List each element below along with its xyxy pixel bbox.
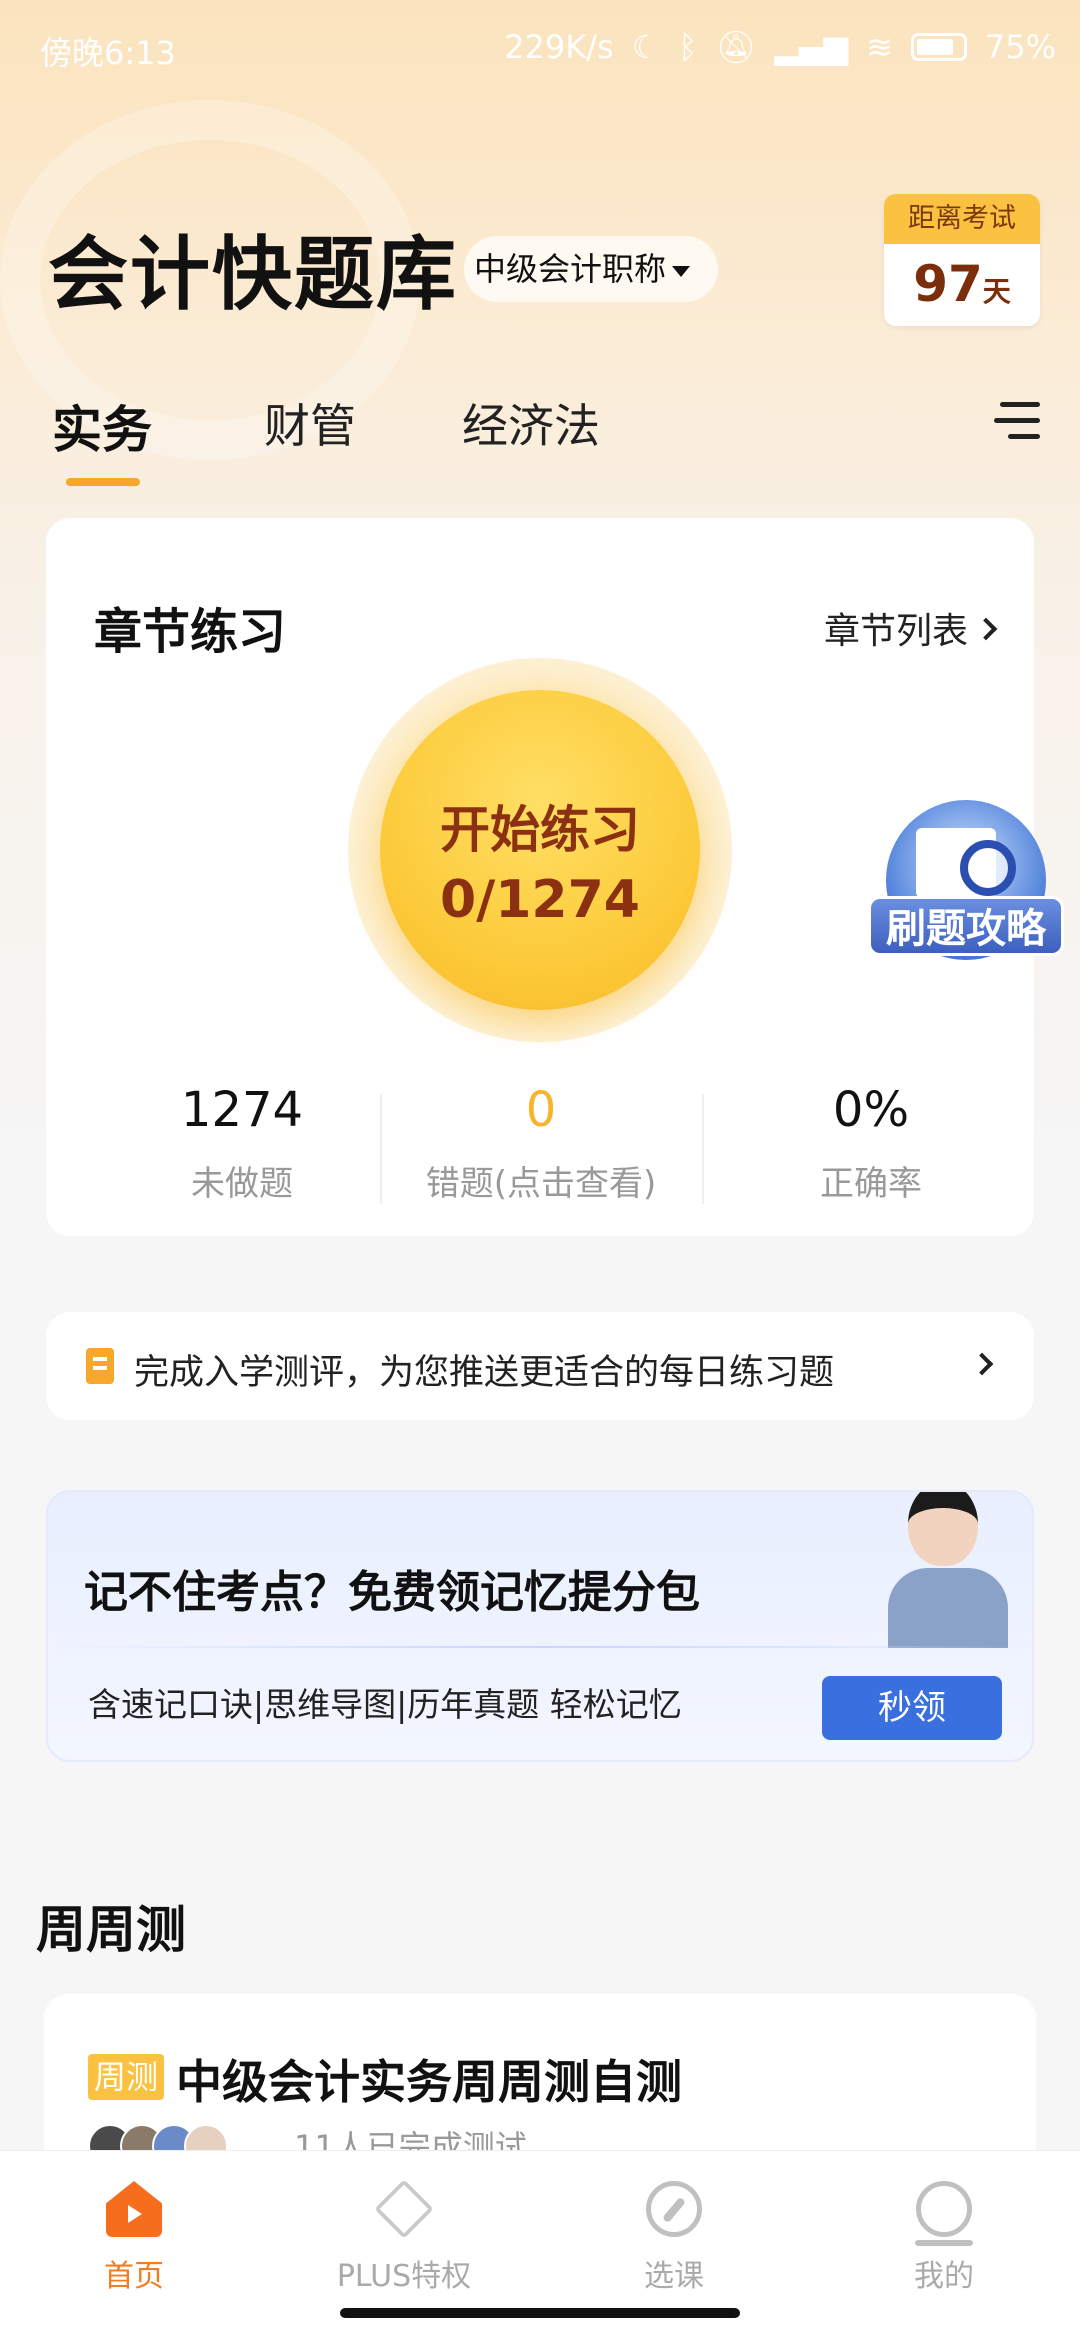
weekly-tag: 周测 [88,2054,165,2100]
signal-icon: ▂▄▆ [774,28,849,66]
menu-icon[interactable] [990,402,1040,442]
memory-heading: 记不住考点？免费领记忆提分包 [84,1567,700,1618]
nav-label: 我的 [914,2259,974,2294]
nav-label: 首页 [104,2259,164,2294]
banner-divider [48,1646,1032,1648]
certificate-selector[interactable]: 中级会计职称 [464,236,719,302]
memory-pack-banner[interactable]: 记不住考点？免费领记忆提分包 含速记口诀|思维导图|历年真题 轻松记忆 秒领 [46,1490,1034,1762]
dropdown-triangle-icon [672,265,691,277]
nav-plus[interactable]: PLUS特权 [304,2179,504,2295]
tab-caiguan[interactable]: 财管 [264,390,356,456]
status-bar: 傍晚6:13 229K/s ☾ ᛒ 🔕︎ ▂▄▆ ≋ 75% [0,0,1080,96]
nav-profile[interactable]: 我的 [844,2181,1044,2295]
exam-countdown[interactable]: 距离考试 97天 [884,194,1040,326]
moon-icon: ☾ [631,28,661,66]
diamond-icon [374,2179,434,2239]
start-practice-label: 开始练习 [440,801,640,859]
wifi-icon: ≋ [866,28,893,66]
nav-label: 选课 [644,2259,704,2294]
countdown-label: 距离考试 [884,194,1040,244]
memory-subtext: 含速记口诀|思维导图|历年真题 轻松记忆 [88,1685,682,1724]
mute-icon: 🔕︎ [715,28,757,66]
weekly-section-title: 周周测 [36,1901,186,1959]
countdown-unit: 天 [982,275,1011,308]
claim-button[interactable]: 秒领 [822,1676,1002,1740]
stat-label: 正确率 [820,1164,922,1204]
stat-label: 错题(点击查看) [425,1164,657,1204]
weekly-test-name: 中级会计实务周周测自测 [176,2055,682,2109]
battery-icon [910,33,967,61]
strategy-label: 刷题攻略 [868,896,1064,956]
profile-icon [915,2181,973,2246]
presenter-image [848,1492,1028,1648]
battery-percent: 75% [984,28,1056,66]
stat-value: 1274 [180,1082,304,1138]
stat-value: 0 [525,1082,557,1138]
strategy-badge[interactable]: 刷题攻略 [868,800,1064,968]
tab-shiwu[interactable]: 实务 [52,390,152,462]
active-tab-indicator [66,478,140,486]
chapter-list-link[interactable]: 章节列表 [823,602,998,654]
certificate-label: 中级会计职称 [474,250,667,288]
status-time: 傍晚6:13 [40,34,176,72]
magnifier-icon [960,840,1016,896]
nav-label: PLUS特权 [336,2259,472,2294]
status-icons: 229K/s ☾ ᛒ 🔕︎ ▂▄▆ ≋ 75% [504,28,1056,66]
stat-value: 0% [832,1082,910,1138]
countdown-value: 97天 [884,244,1040,326]
compass-icon [646,2181,702,2237]
clipboard-icon [86,1348,114,1384]
assessment-row[interactable]: 完成入学测评，为您推送更适合的每日练习题 [46,1312,1034,1420]
stat-undone[interactable]: 1274 未做题 [77,1082,407,1205]
nav-home[interactable]: 首页 [34,2181,234,2295]
stat-divider [702,1094,704,1204]
home-icon [106,2181,162,2237]
chapter-title: 章节练习 [94,604,287,660]
bluetooth-icon: ᛒ [678,28,698,66]
start-practice-button[interactable]: 开始练习 0/1274 [380,690,700,1010]
assessment-text: 完成入学测评，为您推送更适合的每日练习题 [134,1353,835,1393]
nav-courses[interactable]: 选课 [574,2181,774,2295]
stat-label: 未做题 [191,1164,293,1204]
subject-tabs: 实务 财管 经济法 [52,380,1052,490]
tab-jingjifa[interactable]: 经济法 [462,390,600,456]
chevron-right-icon [974,617,998,641]
chevron-right-icon [970,1352,994,1376]
practice-progress: 0/1274 [440,870,640,930]
gesture-bar[interactable] [340,2308,740,2318]
practice-stats: 1274 未做题 0 错题(点击查看) 0% 正确率 [46,1082,1036,1205]
countdown-days: 97 [913,255,983,313]
chapter-list-label: 章节列表 [823,611,968,652]
net-speed: 229K/s [504,28,614,66]
stat-wrong[interactable]: 0 错题(点击查看) [376,1082,706,1205]
app-title: 会计快题库 [48,228,458,321]
stat-accuracy[interactable]: 0% 正确率 [706,1082,1036,1205]
